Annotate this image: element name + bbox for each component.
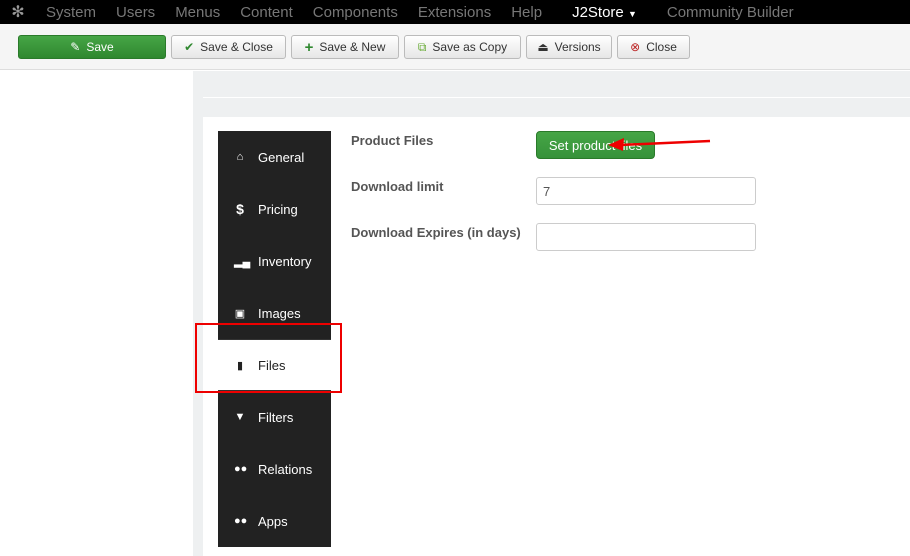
versions-button[interactable]: ⏏ Versions: [526, 35, 612, 59]
menu-community-builder[interactable]: Community Builder: [657, 4, 804, 21]
tab-images[interactable]: ▣ Images: [218, 287, 331, 339]
tab-label: Pricing: [258, 201, 298, 217]
copy-icon: ⧉: [417, 39, 427, 54]
tab-pricing[interactable]: $ Pricing: [218, 183, 331, 235]
save-copy-label: Save as Copy: [432, 40, 508, 54]
tab-label: Filters: [258, 409, 294, 425]
tab-apps[interactable]: ●● Apps: [218, 495, 331, 547]
download-expires-input[interactable]: [536, 223, 756, 251]
tab-filters[interactable]: ▼ Filters: [218, 391, 331, 443]
save-new-button[interactable]: + Save & New: [291, 35, 399, 59]
tab-general[interactable]: ⌂ General: [218, 131, 331, 183]
dollar-icon: $: [236, 201, 244, 217]
tab-label: General: [258, 149, 305, 165]
versions-label: Versions: [554, 40, 601, 54]
product-files-label: Product Files: [351, 133, 434, 148]
home-icon: ⌂: [236, 151, 244, 163]
divider: [203, 97, 910, 98]
download-limit-input[interactable]: [536, 177, 756, 205]
signal-icon: ▂▄: [234, 255, 251, 268]
tab-inventory[interactable]: ▂▄ Inventory: [218, 235, 331, 287]
menu-menus[interactable]: Menus: [165, 4, 230, 21]
menu-users[interactable]: Users: [106, 4, 165, 21]
close-label: Close: [646, 40, 677, 54]
menu-components[interactable]: Components: [303, 4, 408, 21]
tab-label: Apps: [258, 513, 288, 529]
toolbar: ✎ Save ✔ Save & Close + Save & New ⧉ Save as…: [0, 24, 910, 70]
left-area: [0, 71, 193, 556]
users-icon: ●●: [234, 463, 248, 475]
archive-icon: ⏏: [537, 40, 549, 54]
menu-extensions[interactable]: Extensions: [408, 4, 501, 21]
menu-j2store-label: J2Store: [572, 3, 624, 21]
filter-icon: ▼: [234, 411, 246, 423]
file-icon: ▮: [236, 359, 244, 372]
tab-label: Inventory: [258, 253, 312, 269]
tab-files[interactable]: ▮ Files: [218, 339, 331, 391]
tab-label: Files: [258, 357, 286, 373]
save-close-label: Save & Close: [200, 40, 273, 54]
save-close-button[interactable]: ✔ Save & Close: [171, 35, 286, 59]
save-label: Save: [86, 40, 114, 54]
close-button[interactable]: ⊗ Close: [617, 35, 690, 59]
check-icon: ✔: [184, 40, 195, 54]
product-tabs: ⌂ General $ Pricing ▂▄ Inventory ▣ Images ▮ F…: [218, 131, 331, 547]
save-button[interactable]: ✎ Save: [18, 35, 166, 59]
save-copy-button[interactable]: ⧉ Save as Copy: [404, 35, 521, 59]
download-limit-label: Download limit: [351, 179, 444, 194]
menu-content[interactable]: Content: [230, 4, 303, 21]
tab-relations[interactable]: ●● Relations: [218, 443, 331, 495]
users-icon: ●●: [234, 515, 248, 527]
plus-icon: +: [304, 38, 314, 56]
menu-help[interactable]: Help: [501, 4, 552, 21]
caret-down-icon: ▼: [627, 8, 637, 19]
menu-j2store[interactable]: J2Store ▼: [562, 4, 647, 21]
save-new-label: Save & New: [319, 40, 386, 54]
tab-label: Images: [258, 305, 301, 321]
image-icon: ▣: [234, 307, 246, 320]
menu-system[interactable]: System: [36, 4, 106, 21]
download-expires-label: Download Expires (in days): [351, 225, 521, 240]
joomla-logo-icon[interactable]: ✻: [0, 2, 36, 22]
tab-label: Relations: [258, 461, 313, 477]
edit-icon: ✎: [70, 40, 81, 54]
top-navbar: ✻ System Users Menus Content Components …: [0, 0, 910, 24]
cancel-icon: ⊗: [630, 40, 641, 54]
red-arrow-annotation: [608, 138, 711, 151]
